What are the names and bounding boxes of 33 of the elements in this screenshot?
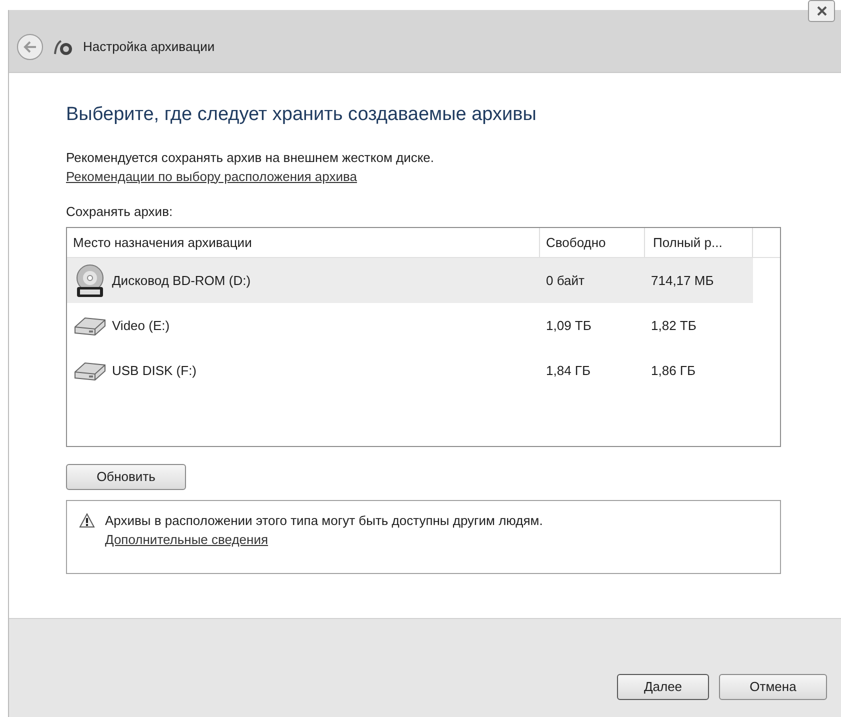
dialog-button[interactable]: Далее <box>617 674 709 700</box>
close-icon <box>816 6 828 16</box>
notice-text: Архивы в расположении этого типа могут быть доступны другим людям. <box>105 512 543 530</box>
window-title: Настройка архивации <box>83 38 215 56</box>
recommendations-link[interactable]: Рекомендации по выбору расположения архива <box>66 168 357 184</box>
destination-row[interactable]: Дисковод BD-ROM (D:) 0 байт 714,17 МБ <box>67 258 753 303</box>
column-header[interactable]: Место назначения архивации <box>67 228 540 257</box>
destination-row[interactable]: USB DISK (F:) 1,84 ГБ 1,86 ГБ <box>67 348 753 393</box>
warning-icon <box>79 513 95 528</box>
more-info-link[interactable]: Дополнительные сведения <box>105 530 268 549</box>
free-space: 1,09 ТБ <box>545 316 592 335</box>
back-arrow-icon <box>23 41 37 53</box>
drive-name: Дисковод BD-ROM (D:) <box>112 272 252 290</box>
total-size: 1,82 ТБ <box>650 316 698 335</box>
column-header[interactable]: Полный р... <box>645 228 753 257</box>
free-space: 0 байт <box>545 272 586 290</box>
column-header[interactable]: Свободно <box>540 228 645 257</box>
hard-drive-icon <box>72 314 106 336</box>
dialog-button[interactable]: Отмена <box>719 674 827 700</box>
destination-row[interactable]: Video (E:) 1,09 ТБ 1,82 ТБ <box>67 303 753 348</box>
free-space: 1,84 ГБ <box>545 362 592 380</box>
refresh-button[interactable]: Обновить <box>66 464 186 490</box>
drive-name: USB DISK (F:) <box>112 362 198 380</box>
hard-drive-icon <box>72 360 106 382</box>
total-size: 714,17 МБ <box>650 272 715 290</box>
backup-icon <box>53 38 73 56</box>
page-heading: Выберите, где следует хранить создаваемые архивы <box>66 103 538 127</box>
close-button[interactable] <box>808 0 835 22</box>
total-size: 1,86 ГБ <box>650 362 696 380</box>
dvd-disc-icon <box>74 264 106 298</box>
save-location-label: Сохранять архив: <box>66 202 174 221</box>
drive-name: Video (E:) <box>112 316 171 335</box>
recommendation-text: Рекомендуется сохранять архив на внешнем жестком диске. Рекомендации по выбору расположения архива <box>66 148 436 186</box>
